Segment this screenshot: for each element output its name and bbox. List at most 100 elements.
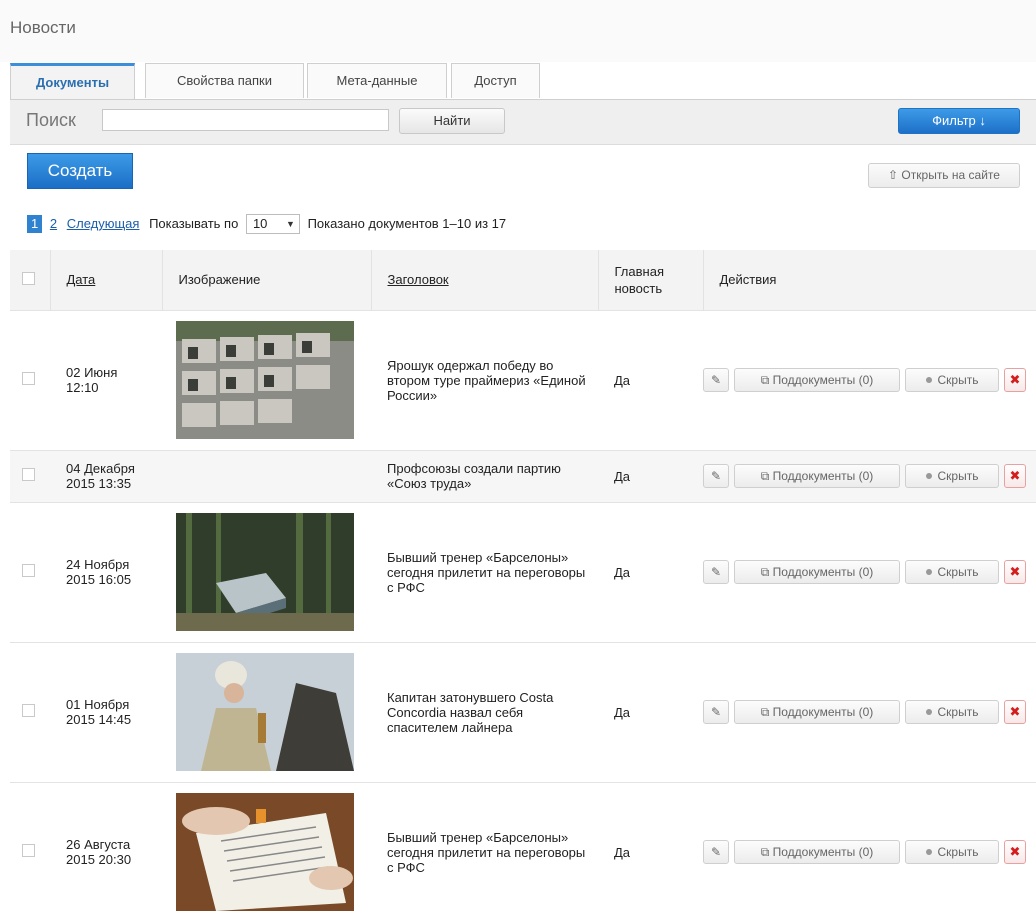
row-checkbox[interactable] [22, 372, 35, 385]
row-title-text[interactable]: Бывший тренер «Барселоны» сегодня прилет… [387, 550, 592, 595]
edit-button[interactable]: ✎ [703, 700, 729, 724]
row-actions-group: ✎ ⧉ Поддокументы (0) Скрыть ✖ [703, 560, 1036, 584]
delete-button[interactable]: ✖ [1004, 840, 1026, 865]
delete-button[interactable]: ✖ [1004, 700, 1026, 724]
tab-metadata[interactable]: Мета-данные [307, 63, 447, 98]
show-by-label: Показывать по [149, 216, 239, 232]
next-page-link[interactable]: Следующая [67, 215, 140, 233]
row-image [162, 501, 371, 642]
documents-table: Дата Изображение Заголовок Главная новос… [10, 250, 1036, 922]
row-image [162, 449, 371, 502]
hide-button[interactable]: Скрыть [905, 840, 999, 865]
dot-icon [925, 849, 932, 856]
subdocuments-button[interactable]: ⧉ Поддокументы (0) [734, 700, 900, 724]
row-date-text: 04 Декабря 2015 13:35 [66, 461, 135, 491]
hide-label: Скрыть [937, 845, 979, 860]
hide-button[interactable]: Скрыть [905, 560, 999, 584]
row-date: 04 Декабря 2015 13:35 [50, 449, 162, 502]
row-title: Капитан затонувшего Costa Concordia назв… [371, 641, 598, 782]
edit-button[interactable]: ✎ [703, 840, 729, 865]
row-checkbox[interactable] [22, 468, 35, 481]
hide-button[interactable]: Скрыть [905, 700, 999, 724]
pencil-icon: ✎ [710, 469, 722, 483]
subdocuments-button[interactable]: ⧉ Поддокументы (0) [734, 464, 900, 488]
row-checkbox[interactable] [22, 844, 35, 858]
column-image-label: Изображение [178, 272, 261, 288]
search-bar: Поиск Найти Фильтр ↓ [10, 100, 1036, 145]
hide-button[interactable]: Скрыть [905, 464, 999, 488]
row-actions: ✎ ⧉ Поддокументы (0) Скрыть ✖ [703, 309, 1036, 450]
row-select-cell [10, 449, 50, 502]
row-actions-group: ✎ ⧉ Поддокументы (0) Скрыть ✖ [703, 700, 1036, 724]
column-date[interactable]: Дата [50, 250, 163, 310]
row-thumbnail[interactable] [176, 653, 371, 771]
copy-icon: ⧉ [760, 845, 773, 860]
row-main-value: Да [614, 844, 631, 860]
row-actions-group: ✎ ⧉ Поддокументы (0) Скрыть ✖ [703, 368, 1036, 392]
row-checkbox[interactable] [22, 564, 35, 577]
close-icon: ✖ [1009, 468, 1021, 483]
subdocuments-button[interactable]: ⧉ Поддокументы (0) [734, 368, 900, 392]
row-main: Да [598, 449, 703, 502]
select-all-checkbox[interactable] [22, 271, 35, 285]
table-row: 04 Декабря 2015 13:35 Профсоюзы создали п… [10, 449, 1036, 502]
row-image [162, 309, 371, 450]
row-thumbnail[interactable] [176, 513, 371, 631]
hide-button[interactable]: Скрыть [905, 368, 999, 392]
open-on-site-button[interactable]: ⇧ Открыть на сайте [868, 163, 1020, 188]
delete-button[interactable]: ✖ [1004, 560, 1026, 584]
row-main: Да [598, 309, 703, 450]
edit-button[interactable]: ✎ [703, 464, 729, 488]
row-main-value: Да [614, 704, 631, 720]
results-summary: Показано документов 1–10 из 17 [307, 216, 507, 232]
delete-button[interactable]: ✖ [1004, 368, 1026, 392]
dot-icon [925, 472, 932, 479]
column-title-label: Заголовок [387, 272, 449, 288]
subdocuments-label: Поддокументы (0) [772, 469, 874, 483]
column-main-label: Главная новость [614, 263, 664, 296]
pencil-icon: ✎ [710, 705, 722, 719]
delete-button[interactable]: ✖ [1004, 464, 1026, 488]
row-date-text: 02 Июня 12:10 [66, 365, 118, 395]
subdocuments-button[interactable]: ⧉ Поддокументы (0) [734, 560, 900, 584]
column-title[interactable]: Заголовок [371, 250, 599, 310]
close-icon: ✖ [1009, 564, 1021, 579]
close-icon: ✖ [1009, 372, 1021, 387]
row-date: 02 Июня 12:10 [50, 309, 162, 450]
table-row: 24 Ноября 2015 16:05 Бывший тренер «Барсе… [10, 501, 1036, 642]
page-2-link[interactable]: 2 [50, 215, 57, 233]
page-title: Новости [10, 18, 76, 37]
tab-access[interactable]: Доступ [451, 63, 540, 98]
row-date: 24 Ноября 2015 16:05 [50, 501, 162, 642]
create-button[interactable]: Создать [27, 153, 133, 189]
search-input[interactable] [102, 109, 389, 131]
row-main-value: Да [614, 372, 631, 388]
edit-button[interactable]: ✎ [703, 368, 729, 392]
row-title-text[interactable]: Ярошук одержал победу во втором туре пра… [387, 358, 592, 403]
find-button[interactable]: Найти [399, 108, 505, 134]
row-title-text[interactable]: Профсоюзы создали партию «Союз труда» [387, 461, 592, 491]
filter-button[interactable]: Фильтр ↓ [898, 108, 1020, 134]
search-label: Поиск [26, 110, 76, 130]
row-actions-group: ✎ ⧉ Поддокументы (0) Скрыть ✖ [703, 464, 1036, 488]
pencil-icon: ✎ [710, 845, 722, 860]
row-checkbox[interactable] [22, 704, 35, 717]
page-current: 1 [27, 215, 43, 234]
column-actions: Действия [703, 250, 1036, 310]
row-title-text[interactable]: Бывший тренер «Барселоны» сегодня прилет… [387, 830, 592, 875]
subdocuments-button[interactable]: ⧉ Поддокументы (0) [734, 840, 900, 865]
edit-button[interactable]: ✎ [703, 560, 729, 584]
pencil-icon: ✎ [710, 565, 722, 579]
table-row: 01 Ноября 2015 14:45 Капитан затонувшего … [10, 641, 1036, 782]
tab-folder-properties[interactable]: Свойства папки [145, 63, 304, 98]
row-actions: ✎ ⧉ Поддокументы (0) Скрыть ✖ [703, 641, 1036, 782]
row-thumbnail[interactable] [176, 321, 371, 439]
row-thumbnail[interactable] [176, 793, 371, 912]
tab-documents[interactable]: Документы [10, 63, 135, 100]
row-title: Ярошук одержал победу во втором туре пра… [371, 309, 598, 450]
per-page-select[interactable]: 10 ▼ [245, 214, 300, 234]
row-date: 01 Ноября 2015 14:45 [50, 641, 162, 782]
copy-icon: ⧉ [760, 373, 773, 387]
row-date: 26 Августа 2015 20:30 [50, 781, 162, 922]
row-title-text[interactable]: Капитан затонувшего Costa Concordia назв… [387, 690, 592, 735]
